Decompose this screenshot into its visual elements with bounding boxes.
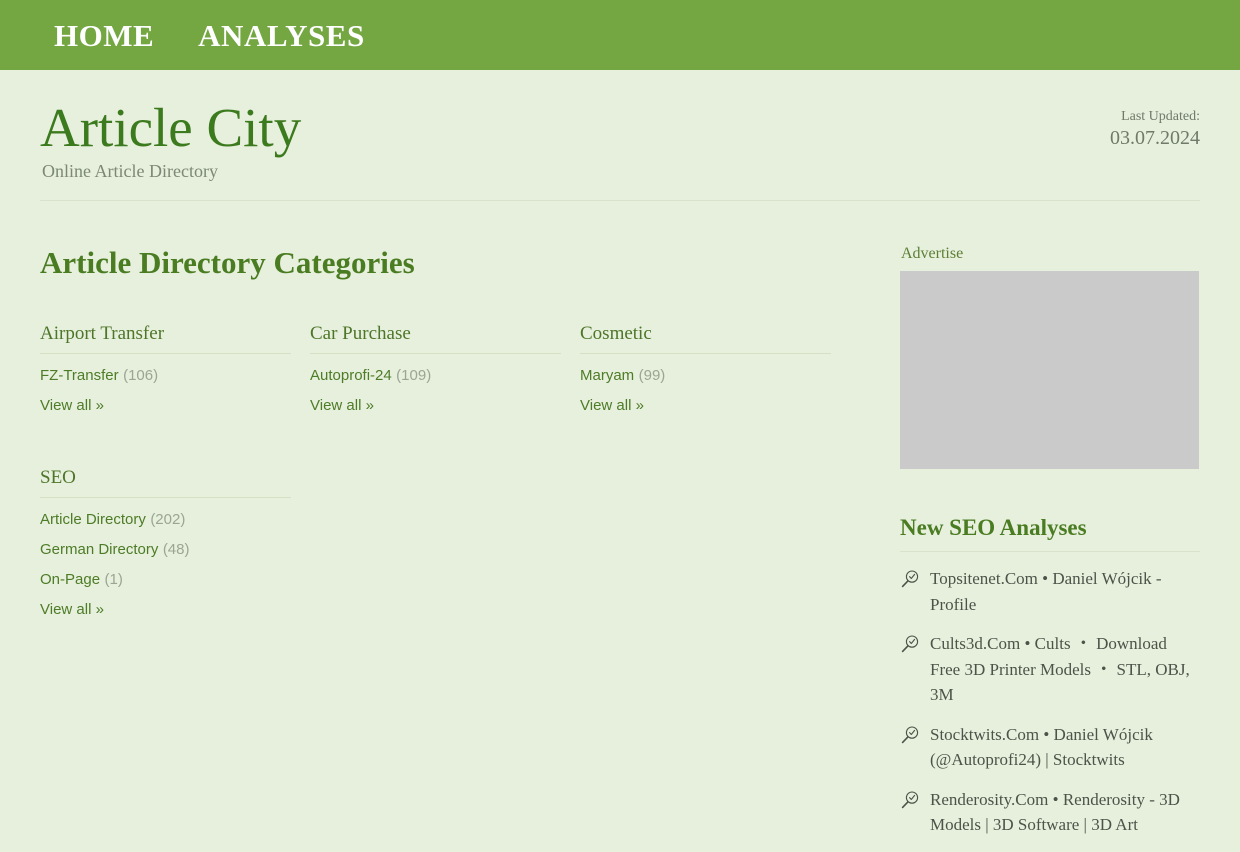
category-link[interactable]: FZ-Transfer [40,367,119,384]
category-link[interactable]: Autoprofi-24 [310,367,392,384]
list-item: German Directory (48) [40,537,291,563]
top-navigation-bar: HOME ANALYSES [0,0,1240,70]
category-block-cosmetic: Cosmetic Maryam (99) View all » [580,323,831,423]
category-link[interactable]: Maryam [580,367,634,384]
analysis-link[interactable]: Stocktwits.Com • Daniel Wójcik (@Autopro… [930,722,1200,773]
site-title: Article City [40,97,302,158]
category-block-seo: SEO Article Directory (202) German Direc… [40,467,291,627]
view-all-link[interactable]: View all » [580,397,644,414]
category-block-car-purchase: Car Purchase Autoprofi-24 (109) View all… [310,323,561,423]
category-link-list: FZ-Transfer (106) View all » [40,363,291,419]
nav-item-home[interactable]: HOME [54,20,154,51]
category-link-list: Article Directory (202) German Directory… [40,507,291,623]
category-link[interactable]: German Directory [40,541,158,558]
list-item: Article Directory (202) [40,507,291,533]
analysis-link[interactable]: Cults3d.Com • Cults ・ Download Free 3D P… [930,631,1200,708]
view-all-link[interactable]: View all » [310,397,374,414]
analysis-link[interactable]: Renderosity.Com • Renderosity - 3D Model… [930,787,1200,838]
list-item: FZ-Transfer (106) [40,363,291,389]
page-container: Article City Online Article Directory La… [40,70,1200,852]
list-item: Cults3d.Com • Cults ・ Download Free 3D P… [900,631,1200,708]
category-count: (1) [104,571,123,589]
category-link[interactable]: On-Page [40,571,100,588]
site-tagline: Online Article Directory [42,161,218,182]
list-item: Topsitenet.Com • Daniel Wójcik - Profile [900,566,1200,617]
advertise-label: Advertise [901,245,964,263]
list-item: View all » [310,393,561,419]
last-updated: Last Updated: 03.07.2024 [1110,108,1200,151]
new-seo-analyses-heading: New SEO Analyses [900,515,1200,553]
list-item: View all » [580,393,831,419]
category-block-airport-transfer: Airport Transfer FZ-Transfer (106) View … [40,323,291,423]
category-title: SEO [40,467,291,499]
magnifier-check-icon [900,569,920,589]
analysis-link[interactable]: Topsitenet.Com • Daniel Wójcik - Profile [930,566,1200,617]
last-updated-label: Last Updated: [1121,109,1200,124]
category-count: (99) [638,367,666,385]
category-title: Cosmetic [580,323,831,355]
list-item: Stocktwits.Com • Daniel Wójcik (@Autopro… [900,722,1200,773]
category-link-list: Maryam (99) View all » [580,363,831,419]
page-title: Article Directory Categories [40,245,415,281]
list-item: View all » [40,597,291,623]
list-item: On-Page (1) [40,567,291,593]
site-header: Article City Online Article Directory La… [40,70,1200,202]
list-item: View all » [40,393,291,419]
advertisement-placeholder[interactable] [900,271,1199,470]
category-link[interactable]: Article Directory [40,511,146,528]
list-item: Maryam (99) [580,363,831,389]
magnifier-check-icon [900,634,920,654]
sidebar: Advertise New SEO Analyses Topsitenet.Co… [900,245,1200,852]
category-grid: Airport Transfer FZ-Transfer (106) View … [40,323,870,670]
main-layout: Article Directory Categories Airport Tra… [40,201,1200,852]
category-link-list: Autoprofi-24 (109) View all » [310,363,561,419]
category-count: (106) [123,367,159,385]
list-item: Autoprofi-24 (109) [310,363,561,389]
category-title: Airport Transfer [40,323,291,355]
category-count: (109) [396,367,432,385]
view-all-link[interactable]: View all » [40,397,104,414]
category-title: Car Purchase [310,323,561,355]
category-count: (48) [162,541,190,559]
content-column: Article Directory Categories Airport Tra… [40,245,870,852]
nav-item-analyses[interactable]: ANALYSES [198,20,365,51]
last-updated-date: 03.07.2024 [1110,126,1200,149]
category-count: (202) [150,511,186,529]
view-all-link[interactable]: View all » [40,601,104,618]
magnifier-check-icon [900,725,920,745]
list-item: Renderosity.Com • Renderosity - 3D Model… [900,787,1200,838]
new-seo-analyses-list: Topsitenet.Com • Daniel Wójcik - Profile… [900,566,1200,838]
